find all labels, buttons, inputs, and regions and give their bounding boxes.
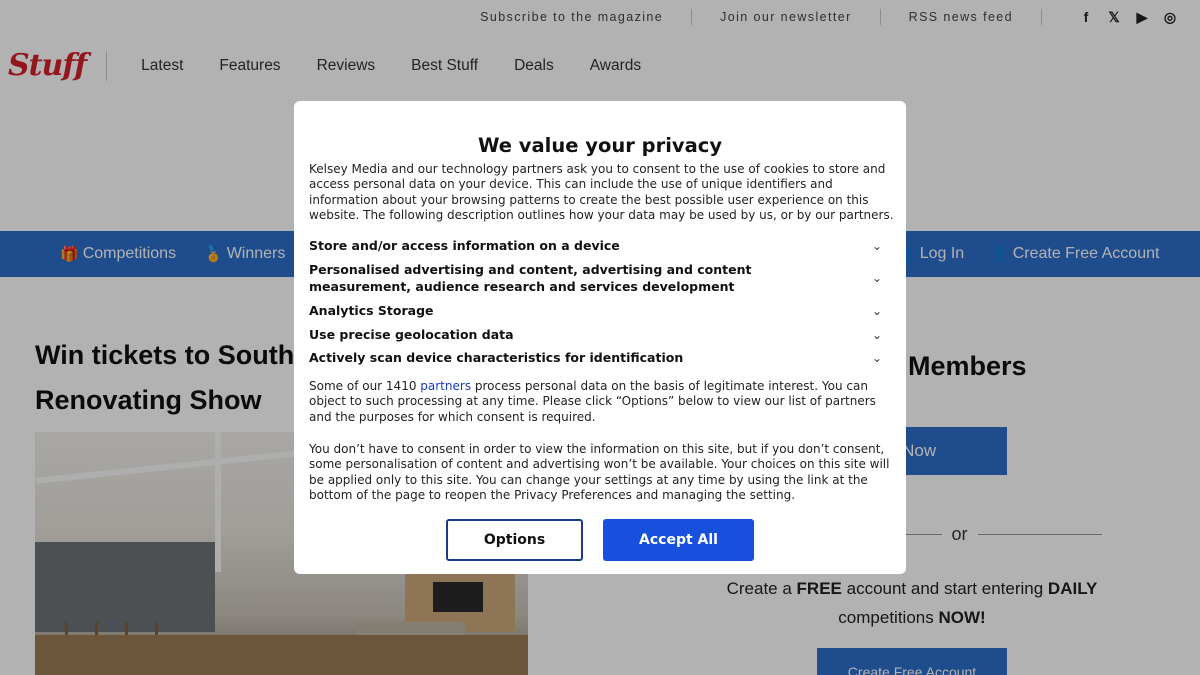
- purpose-store-access[interactable]: Store and/or access information on a dev…: [309, 237, 884, 254]
- legit-text: Some of our 1410: [309, 379, 421, 393]
- accept-all-button[interactable]: Accept All: [603, 519, 754, 561]
- legitimate-interest-text: Some of our 1410 partners process person…: [309, 379, 894, 425]
- purpose-label: Analytics Storage: [309, 303, 434, 318]
- purpose-geolocation[interactable]: Use precise geolocation data ⌄: [309, 326, 884, 343]
- purpose-label: Personalised advertising and content, ad…: [309, 262, 752, 294]
- no-consent-text: You don’t have to consent in order to vi…: [309, 442, 890, 503]
- privacy-consent-dialog: We value your privacy Kelsey Media and o…: [294, 101, 906, 574]
- purpose-analytics[interactable]: Analytics Storage ⌄: [309, 302, 884, 319]
- chevron-down-icon[interactable]: ⌄: [870, 304, 884, 318]
- chevron-down-icon[interactable]: ⌄: [870, 239, 884, 253]
- purpose-label: Store and/or access information on a dev…: [309, 238, 620, 253]
- options-button[interactable]: Options: [446, 519, 583, 561]
- chevron-down-icon[interactable]: ⌄: [870, 351, 884, 365]
- purpose-label: Actively scan device characteristics for…: [309, 350, 684, 365]
- purpose-device-scan[interactable]: Actively scan device characteristics for…: [309, 349, 884, 366]
- purpose-label: Use precise geolocation data: [309, 327, 514, 342]
- dialog-intro: Kelsey Media and our technology partners…: [309, 162, 894, 223]
- chevron-down-icon[interactable]: ⌄: [870, 328, 884, 342]
- dialog-title: We value your privacy: [477, 134, 723, 157]
- chevron-down-icon[interactable]: ⌄: [870, 271, 884, 285]
- partners-link[interactable]: partners: [420, 379, 471, 393]
- purpose-personalised-ads[interactable]: Personalised advertising and content, ad…: [309, 261, 884, 295]
